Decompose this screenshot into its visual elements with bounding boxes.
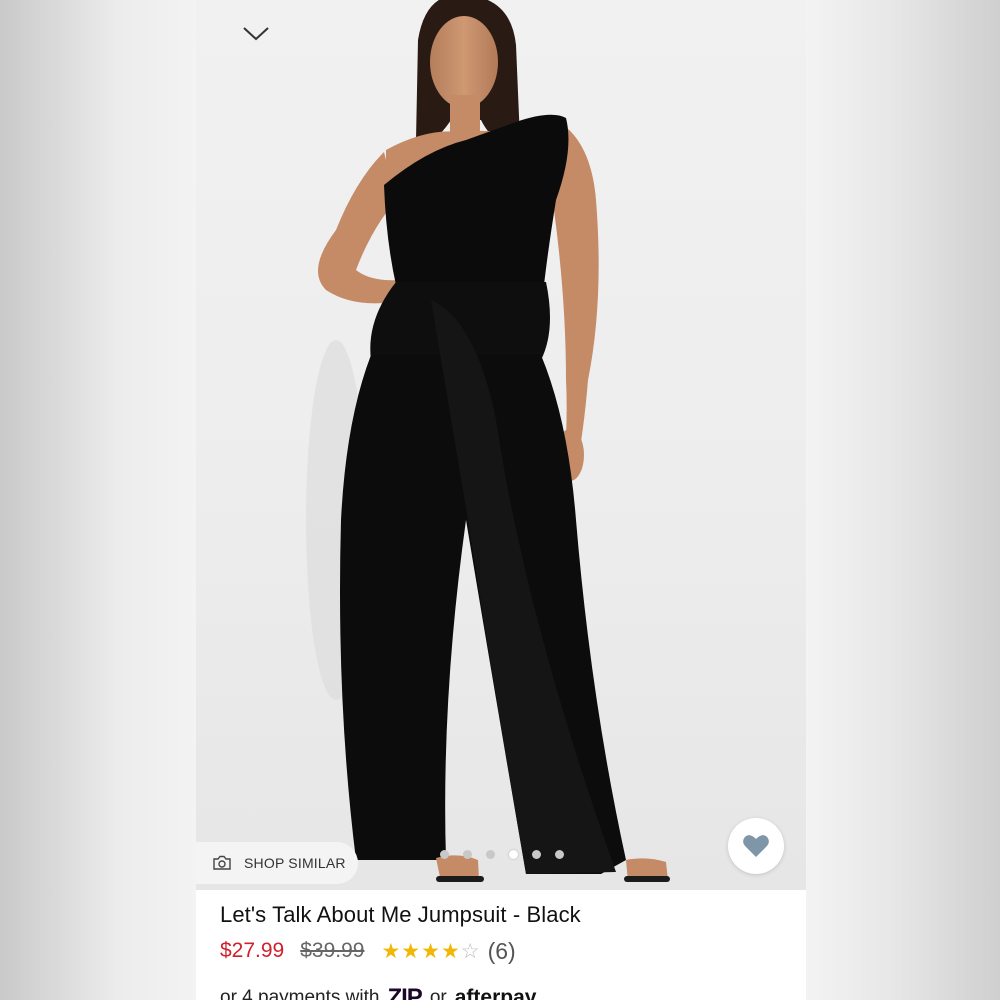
installment-row: or 4 payments with ZIP or afterpay: [220, 984, 536, 1000]
product-info: Let's Talk About Me Jumpsuit - Black $27…: [220, 900, 790, 967]
rating-stars[interactable]: ★ ★ ★ ★ ☆: [381, 941, 479, 962]
background-right: [806, 0, 1000, 1000]
pager-dot-4-active[interactable]: [509, 850, 518, 859]
pager-dot-5[interactable]: [532, 850, 541, 859]
star-icon: ★: [381, 939, 401, 963]
afterpay-logo[interactable]: afterpay: [455, 986, 537, 1000]
star-icon: ★: [440, 939, 460, 963]
star-icon: ★: [421, 939, 440, 963]
camera-icon: [212, 855, 234, 871]
product-page: SHOP SIMILAR Let's Talk About Me Jumpsui…: [196, 0, 806, 1000]
sale-price: $27.99: [220, 939, 285, 962]
review-count[interactable]: (6): [488, 938, 516, 965]
shop-similar-button[interactable]: SHOP SIMILAR: [196, 842, 358, 884]
shop-similar-label: SHOP SIMILAR: [244, 855, 346, 871]
model-illustration: [306, 0, 670, 882]
original-price: $39.99: [300, 939, 365, 962]
collapse-button[interactable]: [240, 22, 272, 46]
image-pager: [440, 850, 564, 859]
pager-dot-3[interactable]: [486, 850, 495, 859]
chevron-down-icon: [243, 27, 269, 41]
pager-dot-6[interactable]: [555, 850, 564, 859]
installment-text: or 4 payments with: [220, 987, 380, 1000]
favorite-button[interactable]: [728, 818, 784, 874]
product-image[interactable]: SHOP SIMILAR: [196, 0, 806, 890]
pager-dot-2[interactable]: [463, 850, 472, 859]
star-icon: ★: [401, 939, 421, 963]
price-row: $27.99 $39.99 ★ ★ ★ ★ ☆ (6): [220, 935, 790, 967]
zip-logo[interactable]: ZIP: [387, 984, 422, 1000]
product-title: Let's Talk About Me Jumpsuit - Black: [220, 902, 581, 927]
installment-connector: or: [429, 987, 447, 1000]
heart-icon: [743, 835, 769, 857]
pager-dot-1[interactable]: [440, 850, 449, 859]
background-left: [0, 0, 196, 1000]
star-half-icon: ☆: [460, 939, 480, 963]
